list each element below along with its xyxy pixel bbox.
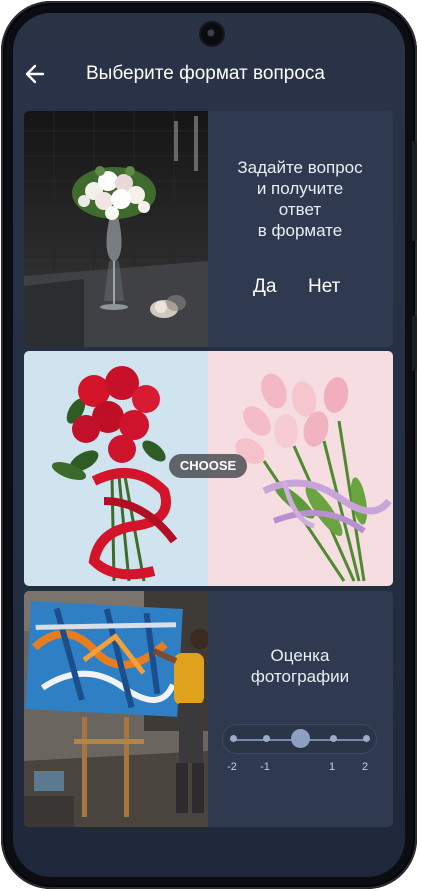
scale-label: 2 xyxy=(361,761,369,773)
rating-format-card[interactable]: Оценка фотографии -2 -1 1 2 xyxy=(24,591,393,827)
slider-step-dot[interactable] xyxy=(363,735,370,742)
slider-step-dot[interactable] xyxy=(230,735,237,742)
page-title: Выберите формат вопроса xyxy=(86,63,325,84)
slider-step-dot[interactable] xyxy=(263,735,270,742)
front-camera xyxy=(201,23,223,45)
rating-title: Оценка фотографии xyxy=(220,645,380,687)
rating-title-line: Оценка xyxy=(270,646,330,665)
description-line: Задайте вопрос xyxy=(237,158,363,177)
yes-no-description: Задайте вопрос и получите ответ в формат… xyxy=(220,157,380,241)
choose-badge[interactable]: CHOOSE xyxy=(169,454,247,478)
slider-step-dot[interactable] xyxy=(330,735,337,742)
bouquet-photo xyxy=(24,111,208,347)
rating-slider[interactable] xyxy=(222,724,377,754)
scale-label: 1 xyxy=(328,761,336,773)
rating-title-line: фотографии xyxy=(250,667,350,686)
phone-frame: Выберите формат вопроса Задайте вопрос и… xyxy=(1,1,417,889)
yes-no-format-card[interactable]: Задайте вопрос и получите ответ в формат… xyxy=(24,111,393,347)
description-line: ответ xyxy=(278,200,322,219)
painter-photo xyxy=(24,591,208,827)
slider-thumb[interactable] xyxy=(291,729,310,748)
yes-no-options: Да Нет xyxy=(220,276,380,304)
screen: Выберите формат вопроса Задайте вопрос и… xyxy=(13,13,405,877)
volume-button xyxy=(412,141,417,241)
rating-scale-labels: -2 -1 1 2 xyxy=(222,761,377,775)
description-line: и получите xyxy=(256,179,344,198)
arrow-left-icon xyxy=(25,64,45,84)
yes-option[interactable]: Да xyxy=(253,276,276,298)
scale-label: -1 xyxy=(260,761,270,773)
header: Выберите формат вопроса xyxy=(13,55,405,95)
description-line: в формате xyxy=(257,221,343,240)
choose-format-card[interactable]: CHOOSE xyxy=(24,351,393,586)
power-button xyxy=(412,316,417,371)
scale-label: -2 xyxy=(227,761,237,773)
back-button[interactable] xyxy=(23,61,49,87)
no-option[interactable]: Нет xyxy=(308,276,340,298)
